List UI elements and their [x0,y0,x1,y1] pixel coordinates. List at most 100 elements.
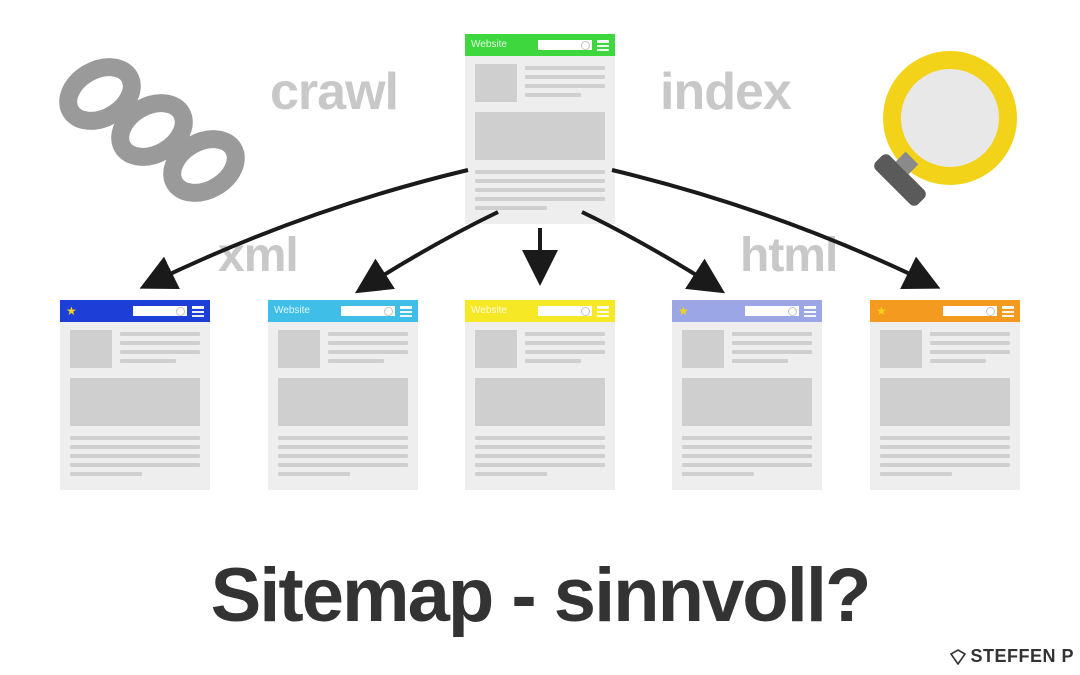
text-line [70,436,200,440]
text-line [328,350,408,354]
text-line [525,93,581,97]
thumbnail-block [682,330,724,368]
label-index: index [660,62,791,122]
card-body [465,322,615,490]
hero-block [70,378,200,426]
brand-watermark: STEFFEN P [950,646,1074,667]
hamburger-menu-icon [597,40,609,50]
label-html: html [740,228,837,283]
hamburger-menu-icon [192,306,204,316]
text-line [120,332,200,336]
text-line [682,463,812,467]
card-body [268,322,418,490]
chain-link-icon [40,48,260,213]
child-page-card: Website [268,300,418,490]
card-site-label: Website [471,40,507,50]
text-line [475,188,605,192]
card-body [870,322,1020,490]
hero-block [682,378,812,426]
card-toolbar: Website [465,34,615,56]
text-line [278,472,350,476]
child-page-card: ★ [60,300,210,490]
star-icon: ★ [876,305,887,317]
text-line [70,454,200,458]
text-line [328,341,408,345]
hamburger-menu-icon [1002,306,1014,316]
card-site-label: Website [471,306,507,316]
text-line [525,359,581,363]
text-line [475,454,605,458]
thumbnail-block [475,64,517,102]
card-body [60,322,210,490]
text-line [930,332,1010,336]
search-icon [538,40,592,50]
hero-block [475,112,605,160]
thumbnail-block [70,330,112,368]
text-line [525,66,605,70]
thumbnail-block [278,330,320,368]
card-toolbar: ★ [672,300,822,322]
text-line [70,463,200,467]
card-body [465,56,615,224]
thumbnail-block [475,330,517,368]
text-line [475,463,605,467]
text-line [475,436,605,440]
hamburger-menu-icon [597,306,609,316]
text-line [278,445,408,449]
hero-block [278,378,408,426]
card-site-label: Website [274,306,310,316]
child-page-card: ★ [672,300,822,490]
text-line [880,436,1010,440]
search-icon [133,306,187,316]
star-icon: ★ [678,305,689,317]
child-page-card: ★ [870,300,1020,490]
text-line [475,445,605,449]
text-line [328,359,384,363]
child-page-card: Website [465,300,615,490]
text-line [525,75,605,79]
text-line [930,359,986,363]
text-line [475,170,605,174]
text-line [930,350,1010,354]
text-line [278,463,408,467]
hero-block [880,378,1010,426]
text-line [525,332,605,336]
text-line [930,341,1010,345]
text-line [880,454,1010,458]
brand-logo-icon [950,649,966,665]
text-line [682,445,812,449]
text-line [682,472,754,476]
search-icon [943,306,997,316]
label-xml: xml [218,228,298,283]
card-toolbar: ★ [60,300,210,322]
brand-text: STEFFEN P [970,646,1074,667]
text-line [475,197,605,201]
text-line [682,436,812,440]
search-icon [745,306,799,316]
text-line [475,206,547,210]
text-line [732,359,788,363]
hero-block [475,378,605,426]
text-line [278,436,408,440]
text-line [732,341,812,345]
text-line [70,445,200,449]
label-crawl: crawl [270,62,398,122]
diagram-title: Sitemap - sinnvoll? [0,552,1080,639]
text-line [525,341,605,345]
text-line [525,350,605,354]
card-toolbar: Website [268,300,418,322]
text-line [70,472,142,476]
text-line [120,359,176,363]
text-line [475,472,547,476]
text-line [880,472,952,476]
text-line [732,332,812,336]
card-toolbar: ★ [870,300,1020,322]
text-line [278,454,408,458]
text-line [732,350,812,354]
thumbnail-block [880,330,922,368]
text-line [475,179,605,183]
text-line [120,350,200,354]
card-body [672,322,822,490]
card-toolbar: Website [465,300,615,322]
text-line [682,454,812,458]
